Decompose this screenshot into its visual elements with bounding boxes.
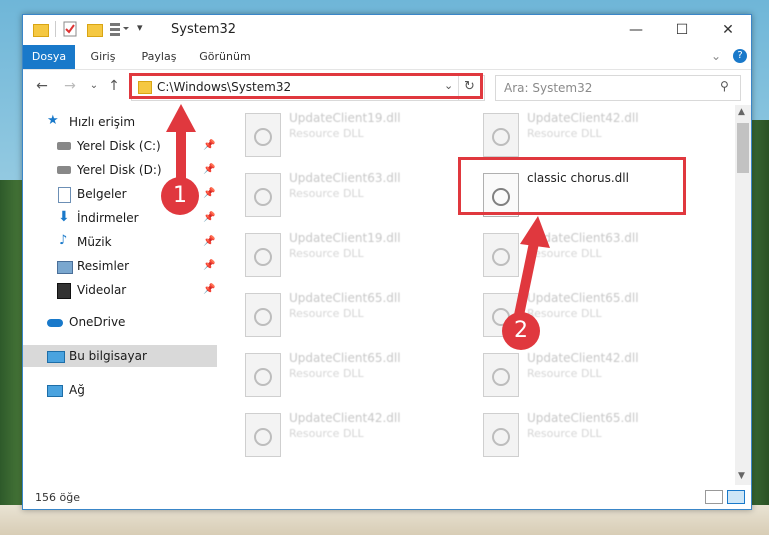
step-2-badge: 2 bbox=[502, 312, 540, 350]
arrow-2-head bbox=[520, 216, 550, 248]
arrow-1-head bbox=[166, 104, 196, 132]
arrow-2-shaft bbox=[513, 236, 540, 322]
annotation-arrows bbox=[166, 104, 550, 322]
step-1-badge: 1 bbox=[161, 177, 199, 215]
